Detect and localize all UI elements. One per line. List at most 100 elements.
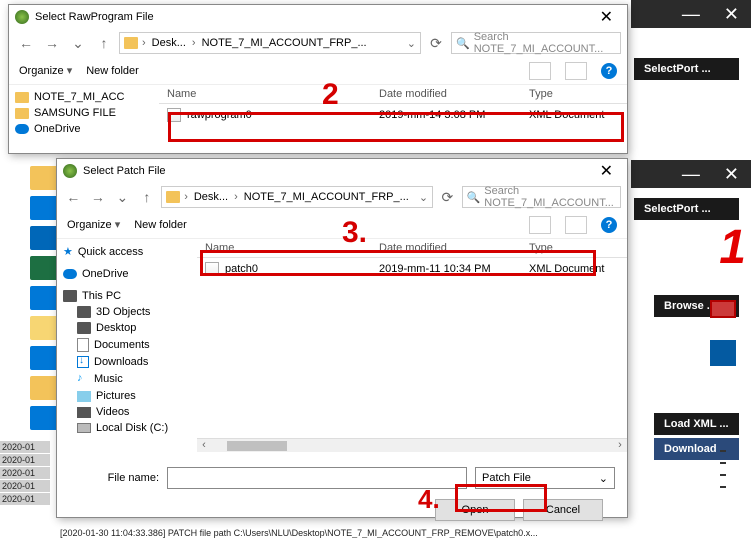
folder-icon: [15, 92, 29, 103]
pictures-icon: [77, 391, 91, 402]
annotation-4: 4.: [418, 484, 440, 515]
breadcrumb-seg: Desk...: [192, 191, 230, 203]
bg-close[interactable]: ✕: [712, 4, 751, 25]
filename-label: File name:: [69, 472, 159, 484]
preview-pane-button[interactable]: [565, 216, 587, 234]
history-dropdown[interactable]: ⌄: [112, 186, 133, 208]
taskbar-app3-icon[interactable]: [30, 346, 58, 370]
onedrive-icon: [63, 269, 77, 279]
back-button[interactable]: ←: [63, 186, 84, 208]
bg-minimize[interactable]: —: [670, 4, 712, 25]
new-folder-button[interactable]: New folder: [86, 65, 139, 77]
search-icon: 🔍: [456, 37, 470, 50]
file-list: Name Date modified Type rawprogram0 2019…: [159, 85, 627, 151]
folder-icon: [124, 37, 138, 49]
help-button[interactable]: ?: [601, 63, 617, 79]
bg-titlebar-2: — ✕: [631, 160, 751, 188]
annotation-3: 3.: [342, 216, 367, 250]
disk-icon: [77, 423, 91, 433]
refresh-button[interactable]: ⟳: [425, 32, 447, 54]
music-icon: ♪: [77, 372, 89, 386]
breadcrumb-seg: NOTE_7_MI_ACCOUNT_FRP_...: [242, 191, 411, 203]
this-pc-icon: [63, 290, 77, 302]
search-icon: 🔍: [467, 191, 481, 204]
red-indicator: [710, 300, 736, 318]
view-mode-button[interactable]: [529, 62, 551, 80]
address-bar[interactable]: › Desk... › NOTE_7_MI_ACCOUNT_FRP_... ⌄: [161, 186, 433, 208]
videos-icon: [77, 407, 91, 418]
bg-close-2[interactable]: ✕: [712, 164, 751, 185]
up-button[interactable]: ↑: [93, 32, 115, 54]
onedrive-icon: [15, 124, 29, 134]
nav-tree[interactable]: NOTE_7_MI_ACC SAMSUNG FILE OneDrive: [9, 85, 159, 151]
forward-button[interactable]: →: [88, 186, 109, 208]
view-mode-button[interactable]: [529, 216, 551, 234]
open-button[interactable]: Open: [435, 499, 515, 521]
annotation-1: 1: [719, 220, 746, 275]
search-input[interactable]: 🔍 Search NOTE_7_MI_ACCOUNT...: [462, 186, 621, 208]
new-folder-button[interactable]: New folder: [134, 219, 187, 231]
status-line: [2020-01-30 11:04:33.386] PATCH file pat…: [60, 528, 730, 538]
downloads-icon: [77, 356, 89, 368]
annotation-2: 2: [322, 78, 339, 112]
patch-dialog: Select Patch File ✕ ← → ⌄ ↑ › Desk... › …: [56, 158, 628, 518]
breadcrumb-seg: NOTE_7_MI_ACCOUNT_FRP_...: [200, 37, 369, 49]
taskbar-note-icon[interactable]: [30, 316, 58, 340]
folder-icon: [15, 108, 29, 119]
organize-menu[interactable]: Organize: [67, 218, 120, 231]
column-date[interactable]: Date modified: [379, 242, 529, 254]
dialog1-title: Select RawProgram File: [35, 11, 592, 23]
column-type[interactable]: Type: [529, 88, 619, 100]
file-row-patch0[interactable]: patch0 2019-mm-11 10:34 PM XML Document: [197, 258, 627, 280]
xml-file-icon: [205, 262, 219, 276]
file-row-rawprogram0[interactable]: rawprogram0 2019-mm-14 3:08 PM XML Docum…: [159, 104, 627, 126]
quick-access-icon: ★: [63, 245, 73, 258]
select-port-button-1[interactable]: SelectPort ...: [634, 58, 739, 80]
file-type-combo[interactable]: Patch File⌄: [475, 467, 615, 489]
date-column: 2020-012020-012020-012020-012020-01: [0, 440, 50, 506]
nav-tree[interactable]: ★Quick access OneDrive This PC 3D Object…: [57, 239, 197, 459]
column-date[interactable]: Date modified: [379, 88, 529, 100]
address-bar[interactable]: › Desk... › NOTE_7_MI_ACCOUNT_FRP_... ⌄: [119, 32, 421, 54]
download-button[interactable]: Download: [654, 438, 739, 460]
organize-menu[interactable]: Organize: [19, 64, 72, 77]
3d-objects-icon: [77, 306, 91, 318]
taskbar-win-icon[interactable]: [30, 406, 58, 430]
folder-icon: [166, 191, 180, 203]
horizontal-scrollbar[interactable]: ‹›: [197, 438, 627, 452]
column-type[interactable]: Type: [529, 242, 619, 254]
desktop-icon: [77, 322, 91, 334]
xml-file-icon: [167, 108, 181, 122]
dialog1-app-icon: [15, 10, 29, 24]
forward-button[interactable]: →: [41, 32, 63, 54]
tick-marks: [720, 440, 726, 520]
dialog2-app-icon: [63, 164, 77, 178]
rawprogram-dialog: Select RawProgram File ✕ ← → ⌄ ↑ › Desk.…: [8, 4, 628, 154]
taskbar-edge-icon[interactable]: [30, 226, 58, 250]
taskbar-excel-icon[interactable]: [30, 256, 58, 280]
taskbar-folder2-icon[interactable]: [30, 376, 58, 400]
taskbar-folder-icon[interactable]: [30, 166, 58, 190]
bg-minimize-2[interactable]: —: [670, 164, 712, 185]
column-name[interactable]: Name: [167, 88, 379, 100]
up-button[interactable]: ↑: [137, 186, 158, 208]
select-port-button-2[interactable]: SelectPort ...: [634, 198, 739, 220]
load-xml-button[interactable]: Load XML ...: [654, 413, 739, 435]
bg-titlebar: — ✕: [631, 0, 751, 28]
refresh-button[interactable]: ⟳: [437, 186, 458, 208]
taskbar-app-icon[interactable]: [30, 196, 58, 220]
dialog2-close-button[interactable]: ✕: [592, 161, 621, 181]
dialog2-title: Select Patch File: [83, 165, 592, 177]
dialog1-close-button[interactable]: ✕: [592, 7, 621, 27]
back-button[interactable]: ←: [15, 32, 37, 54]
taskbar-app2-icon[interactable]: [30, 286, 58, 310]
documents-icon: [77, 338, 89, 352]
preview-pane-button[interactable]: [565, 62, 587, 80]
breadcrumb-seg: Desk...: [150, 37, 188, 49]
search-input[interactable]: 🔍 Search NOTE_7_MI_ACCOUNT...: [451, 32, 621, 54]
history-dropdown[interactable]: ⌄: [67, 32, 89, 54]
cancel-button[interactable]: Cancel: [523, 499, 603, 521]
file-list: Name Date modified Type patch0 2019-mm-1…: [197, 239, 627, 459]
help-button[interactable]: ?: [601, 217, 617, 233]
blue-indicator: [710, 340, 736, 366]
